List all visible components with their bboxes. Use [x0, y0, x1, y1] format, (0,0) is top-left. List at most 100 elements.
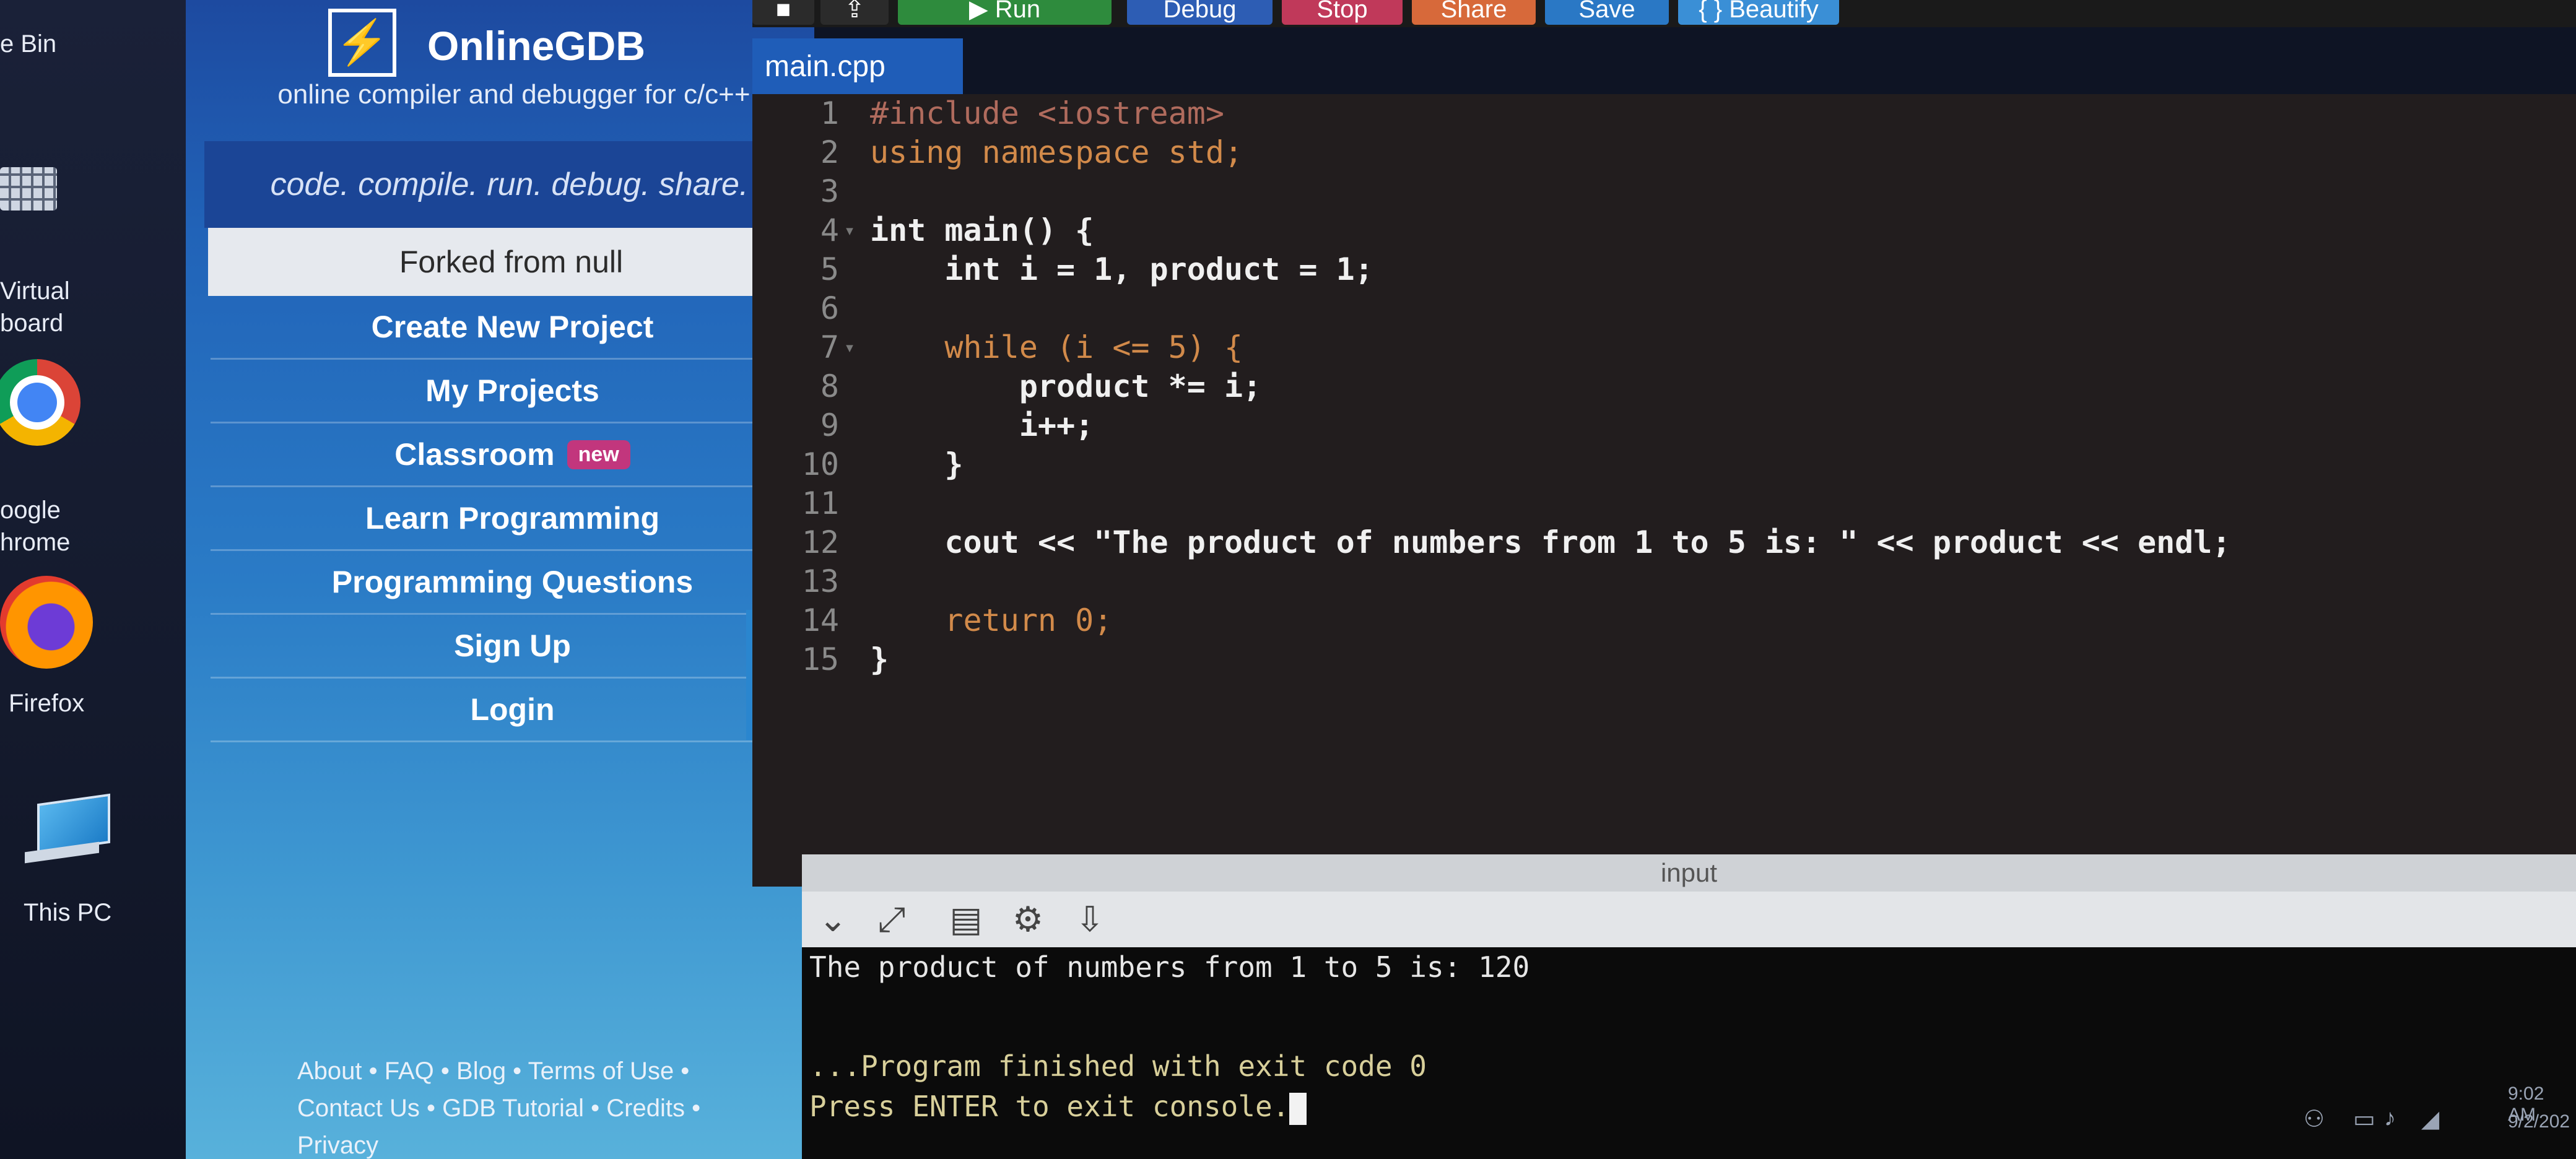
console-line-prompt: Press ENTER to exit console.	[809, 1090, 1307, 1125]
sidebar-item-classroom[interactable]: Classroom new	[211, 423, 814, 487]
motto-banner: code. compile. run. debug. share.	[204, 141, 814, 228]
this-pc-label: This PC	[24, 899, 112, 926]
line-code: product *= i;	[870, 368, 1262, 404]
sidebar-item-login[interactable]: Login	[211, 679, 814, 742]
line-number: 15	[801, 641, 839, 677]
console-line-result: The product of numbers from 1 to 5 is: 1…	[809, 950, 1530, 984]
code-line: 13	[752, 562, 2576, 601]
brand[interactable]: ⚡ OnlineGDB	[328, 9, 799, 77]
sidebar-item-create-new-project[interactable]: Create New Project	[211, 296, 814, 360]
sidebar-item-programming-questions[interactable]: Programming Questions	[211, 551, 814, 615]
expand-icon[interactable]: ⤢	[870, 898, 913, 941]
code-line: 4 ▾ int main() {	[752, 211, 2576, 250]
debug-button[interactable]: Debug	[1127, 0, 1273, 25]
footer-links[interactable]: About • FAQ • Blog • Terms of Use • Cont…	[297, 1053, 805, 1159]
line-number: 2	[820, 134, 839, 170]
recycle-bin-label: e Bin	[0, 30, 57, 58]
sidebar-item-label: Create New Project	[371, 310, 654, 344]
motto-text: code. compile. run. debug. share.	[270, 167, 749, 202]
sidebar-item-label: Programming Questions	[331, 565, 694, 599]
line-code: i++;	[870, 407, 1094, 443]
toolbar: ■ ⇪ ▶ Run Debug Stop Share Save { } Beau…	[752, 0, 2576, 27]
line-number: 4	[820, 212, 839, 248]
system-tray: ⚇ ▭ ♪ ◢ 9:02 AM 9/2/202	[2291, 1080, 2576, 1159]
run-button[interactable]: ▶ Run	[898, 0, 1112, 25]
beautify-button[interactable]: { } Beautify	[1678, 0, 1839, 25]
beautify-label: { } Beautify	[1699, 0, 1819, 23]
clock-date[interactable]: 9/2/202	[2508, 1111, 2570, 1132]
code-line: 6	[752, 289, 2576, 328]
code-line: 7 ▾ while (i <= 5) {	[752, 328, 2576, 367]
console-prompt-text: Press ENTER to exit console.	[809, 1090, 1290, 1123]
gear-icon[interactable]: ⚙	[1006, 898, 1050, 941]
line-number: 8	[820, 368, 839, 404]
sidebar-item-label: Classroom	[394, 437, 555, 472]
fold-arrow-icon[interactable]: ▾	[844, 328, 855, 367]
footer-line-2[interactable]: Contact Us • GDB Tutorial • Credits •	[297, 1090, 805, 1127]
line-number: 1	[820, 95, 839, 131]
this-pc-icon[interactable]	[25, 793, 111, 867]
sidebar-item-label: Sign Up	[454, 628, 571, 663]
line-number: 13	[801, 563, 839, 599]
wifi-icon[interactable]: ◢	[2421, 1105, 2439, 1133]
input-label: input	[1660, 858, 1718, 887]
chrome-icon[interactable]	[0, 359, 80, 446]
desktop-icon-virtual-keyboard[interactable]: Virtual board	[0, 253, 186, 362]
desktop-icon-chrome[interactable]: oogle hrome	[0, 472, 186, 581]
line-code: int i = 1, product = 1;	[870, 251, 1373, 287]
upload-button[interactable]: ⇪	[820, 0, 889, 25]
save-button[interactable]: Save	[1545, 0, 1669, 25]
code-line: 1 #include <iostream>	[752, 94, 2576, 133]
file-button[interactable]: ■	[752, 0, 814, 25]
sidebar-item-learn-programming[interactable]: Learn Programming	[211, 487, 814, 551]
sidebar-item-label: My Projects	[425, 373, 599, 408]
code-editor[interactable]: 1 #include <iostream> 2 using namespace st…	[752, 94, 2576, 887]
save-label: Save	[1578, 0, 1635, 23]
line-number: 12	[801, 524, 839, 560]
code-line: 2 using namespace std;	[752, 133, 2576, 172]
stop-label: Stop	[1316, 0, 1368, 23]
footer-line-3[interactable]: Privacy	[297, 1127, 805, 1159]
forked-from-label: Forked from null	[208, 228, 814, 296]
line-number: 3	[820, 173, 839, 209]
desktop-icon-this-pc[interactable]: This PC	[24, 896, 209, 929]
code-line: 15}	[752, 640, 2576, 679]
code-line: 14 return 0;	[752, 601, 2576, 640]
layout-icon[interactable]: ▤	[944, 898, 988, 941]
code-line: 11	[752, 484, 2576, 523]
code-line: 12 cout << "The product of numbers from …	[752, 523, 2576, 562]
firefox-icon[interactable]	[0, 576, 93, 669]
desktop-icon-recycle-bin[interactable]: e Bin	[0, 28, 186, 60]
footer-line-1[interactable]: About • FAQ • Blog • Terms of Use •	[297, 1053, 805, 1090]
code-area[interactable]: 1 #include <iostream> 2 using namespace st…	[752, 94, 2576, 679]
line-code: cout << "The product of numbers from 1 t…	[870, 524, 2231, 560]
line-number: 7	[820, 329, 839, 365]
stop-button[interactable]: Stop	[1282, 0, 1403, 25]
download-icon[interactable]: ⇩	[1068, 898, 1112, 941]
line-number: 14	[801, 602, 839, 638]
line-code: while (i <= 5) {	[870, 329, 1243, 365]
run-label: ▶ Run	[968, 0, 1041, 23]
keyboard-icon[interactable]	[0, 167, 57, 211]
desktop-icon-firefox[interactable]: Firefox	[9, 687, 194, 719]
network-icon[interactable]: ▭	[2353, 1105, 2375, 1133]
share-button[interactable]: Share	[1412, 0, 1536, 25]
sidebar-item-sign-up[interactable]: Sign Up	[211, 615, 814, 679]
line-code: }	[870, 641, 889, 677]
volume-icon[interactable]: ♪	[2384, 1105, 2396, 1132]
desktop: e Bin Virtual board oogle hrome Firefox …	[0, 0, 204, 1159]
people-icon[interactable]: ⚇	[2304, 1105, 2325, 1133]
onlinegdb-app: ⚡ OnlineGDB online compiler and debugger…	[186, 0, 2576, 1159]
sidebar-item-my-projects[interactable]: My Projects	[211, 360, 814, 423]
chevron-down-icon[interactable]: ⌄	[811, 898, 855, 941]
line-number: 5	[820, 251, 839, 287]
file-tab-main-cpp[interactable]: main.cpp	[752, 38, 963, 94]
new-badge: new	[567, 440, 630, 469]
line-code: return 0;	[870, 602, 1113, 638]
console-input-bar[interactable]: input	[802, 854, 2576, 892]
fold-arrow-icon[interactable]: ▾	[844, 211, 855, 250]
code-line: 3	[752, 172, 2576, 211]
file-tab-label: main.cpp	[765, 50, 886, 83]
sidebar-item-label: Learn Programming	[365, 501, 660, 536]
sidebar: ⚡ OnlineGDB online compiler and debugger…	[186, 0, 814, 1159]
